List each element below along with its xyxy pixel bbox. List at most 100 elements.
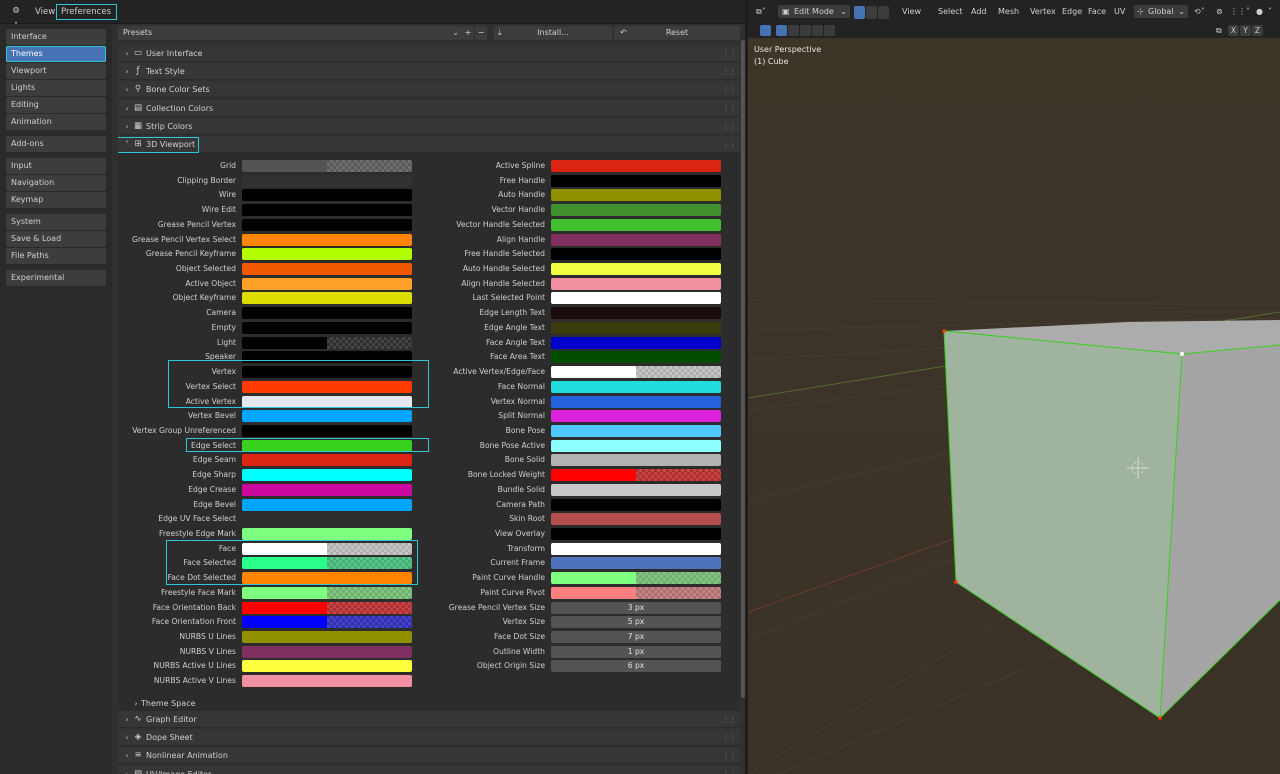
viewport-scene[interactable]: [748, 0, 1280, 774]
active-vertex[interactable]: [1180, 352, 1184, 356]
vertex-select[interactable]: [1158, 716, 1162, 720]
color-object-selected[interactable]: [242, 263, 412, 276]
size-face-dot-size[interactable]: 7 px: [551, 631, 721, 644]
section-user-interface[interactable]: › ▭ User Interface ⋮⋮: [118, 45, 740, 62]
sidebar-item-interface[interactable]: Interface: [6, 29, 106, 45]
color-active-object[interactable]: [242, 277, 412, 290]
reset-button[interactable]: ↶ Reset: [614, 26, 740, 40]
color-light[interactable]: [242, 336, 412, 349]
sidebar-item-file-paths[interactable]: File Paths: [6, 248, 106, 264]
drag-handle-icon[interactable]: ⋮⋮: [722, 711, 737, 728]
color-vertex-group-unreferenced[interactable]: [242, 424, 412, 437]
mirror-x-button[interactable]: X: [1228, 25, 1239, 36]
select-extend-icon[interactable]: [788, 25, 799, 36]
section-3d-viewport[interactable]: ˅ ⊞ 3D Viewport ⋮⋮: [118, 136, 740, 153]
color-edge-crease[interactable]: [242, 483, 412, 496]
sidebar-item-input[interactable]: Input: [6, 158, 106, 174]
color-vertex-select[interactable]: [242, 380, 412, 393]
color-face-orientation-back[interactable]: [242, 601, 412, 614]
snap-target-icon[interactable]: ⋮⋮˅: [1230, 5, 1250, 19]
color-edge-length-text[interactable]: [551, 307, 721, 320]
gear-icon[interactable]: ⚙ ˅: [4, 3, 28, 32]
drag-handle-icon[interactable]: ⋮⋮: [722, 45, 737, 62]
color-wire-edit[interactable]: [242, 204, 412, 217]
mirror-icon[interactable]: ⧉: [1216, 24, 1222, 38]
color-face[interactable]: [242, 542, 412, 555]
vertex-select[interactable]: [942, 329, 946, 333]
color-vector-handle-selected[interactable]: [551, 218, 721, 231]
sidebar-item-navigation[interactable]: Navigation: [6, 175, 106, 191]
color-vector-handle[interactable]: [551, 204, 721, 217]
section-dope-sheet[interactable]: › ◈ Dope Sheet ⋮⋮: [118, 729, 740, 747]
color-edge-angle-text[interactable]: [551, 321, 721, 334]
color-speaker[interactable]: [242, 351, 412, 364]
color-align-handle-selected[interactable]: [551, 277, 721, 290]
size-vertex-size[interactable]: 5 px: [551, 616, 721, 629]
sidebar-item-editing[interactable]: Editing: [6, 97, 106, 113]
color-camera-path[interactable]: [551, 498, 721, 511]
remove-preset-button[interactable]: −: [475, 26, 487, 40]
color-active-spline[interactable]: [551, 160, 721, 172]
color-free-handle-selected[interactable]: [551, 248, 721, 261]
color-transform[interactable]: [551, 542, 721, 555]
mode-dropdown[interactable]: ▣ Edit Mode ⌄: [778, 5, 850, 18]
presets-dropdown[interactable]: Presets ⌄: [118, 26, 462, 40]
scrollbar[interactable]: [741, 40, 745, 698]
section-graph-editor[interactable]: › ∿ Graph Editor ⋮⋮: [118, 711, 740, 728]
color-face-area-text[interactable]: [551, 351, 721, 364]
3d-viewport[interactable]: ⧉˅ ▣ Edit Mode ⌄ View Select Add Mesh Vertex…: [748, 0, 1280, 774]
menu-select[interactable]: Select: [938, 5, 963, 19]
color-current-frame[interactable]: [551, 557, 721, 570]
size-outline-width[interactable]: 1 px: [551, 645, 721, 658]
color-face-angle-text[interactable]: [551, 336, 721, 349]
color-wire[interactable]: [242, 189, 412, 202]
color-bone-locked-weight[interactable]: [551, 469, 721, 482]
color-bundle-solid[interactable]: [551, 483, 721, 496]
color-grease-pencil-vertex[interactable]: [242, 218, 412, 231]
color-edge-uv-face-select[interactable]: [242, 513, 412, 526]
color-face-orientation-front[interactable]: [242, 616, 412, 629]
vertex-select[interactable]: [954, 580, 958, 584]
sidebar-item-experimental[interactable]: Experimental: [6, 270, 106, 286]
theme-space-header[interactable]: › Theme Space: [118, 695, 740, 712]
color-edge-sharp[interactable]: [242, 469, 412, 482]
color-edge-bevel[interactable]: [242, 498, 412, 511]
color-face-dot-selected[interactable]: [242, 572, 412, 585]
color-camera[interactable]: [242, 307, 412, 320]
drag-handle-icon[interactable]: ⋮⋮: [722, 100, 737, 117]
select-box-icon[interactable]: [760, 25, 771, 36]
color-bone-solid[interactable]: [551, 454, 721, 467]
size-object-origin-size[interactable]: 6 px: [551, 660, 721, 673]
drag-handle-icon[interactable]: ⋮⋮: [722, 81, 737, 98]
color-object-keyframe[interactable]: [242, 292, 412, 305]
vertex-select-mode-button[interactable]: [854, 6, 865, 19]
drag-handle-icon[interactable]: ⋮⋮: [722, 729, 737, 746]
color-grease-pencil-vertex-select[interactable]: [242, 233, 412, 246]
color-grid[interactable]: [242, 160, 412, 172]
color-split-normal[interactable]: [551, 410, 721, 423]
color-edge-select[interactable]: [242, 439, 412, 452]
menu-edge[interactable]: Edge: [1062, 5, 1082, 19]
drag-handle-icon[interactable]: ⋮⋮: [722, 63, 737, 80]
select-new-icon[interactable]: [776, 25, 787, 36]
select-subtract-icon[interactable]: [800, 25, 811, 36]
editor-type-icon[interactable]: ⧉˅: [756, 5, 766, 19]
add-preset-button[interactable]: +: [462, 26, 474, 40]
menu-add[interactable]: Add: [971, 5, 987, 19]
color-paint-curve-pivot[interactable]: [551, 586, 721, 599]
section-uv-image-editor[interactable]: ›▧UV/Image Editor ⋮⋮: [118, 765, 740, 774]
menu-mesh[interactable]: Mesh: [998, 5, 1019, 19]
color-nurbs-active-u-lines[interactable]: [242, 660, 412, 673]
transform-orientation-dropdown[interactable]: ⊹ Global ⌄: [1134, 5, 1188, 18]
sidebar-item-system[interactable]: System: [6, 214, 106, 230]
color-freestyle-face-mark[interactable]: [242, 586, 412, 599]
color-vertex-normal[interactable]: [551, 395, 721, 408]
section-collection-colors[interactable]: › ▤ Collection Colors ⋮⋮: [118, 99, 740, 117]
pivot-icon[interactable]: ⟲˅: [1194, 5, 1205, 19]
sidebar-item-lights[interactable]: Lights: [6, 80, 106, 96]
color-last-selected-point[interactable]: [551, 292, 721, 305]
color-bone-pose[interactable]: [551, 424, 721, 437]
color-free-handle[interactable]: [551, 174, 721, 187]
menu-vertex[interactable]: Vertex: [1030, 5, 1056, 19]
menu-view[interactable]: View: [902, 5, 921, 19]
